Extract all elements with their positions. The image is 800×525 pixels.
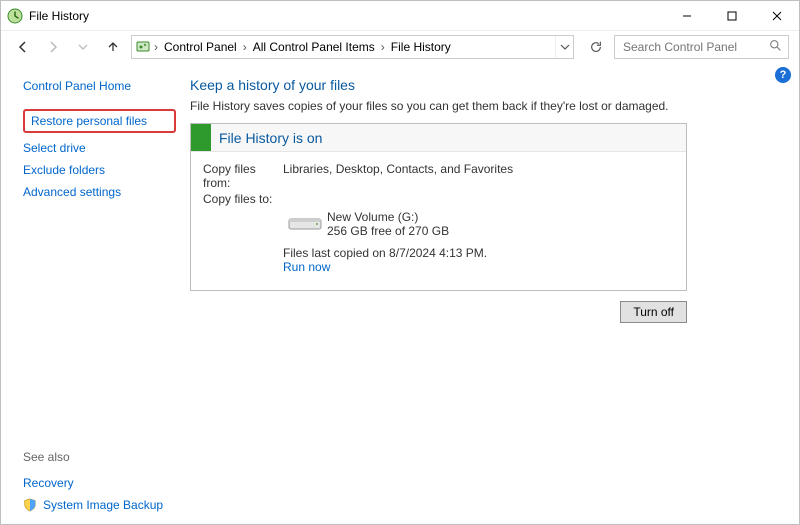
status-title: File History is on <box>219 130 322 146</box>
chevron-right-icon: › <box>152 40 160 54</box>
drive-name: New Volume (G:) <box>327 210 449 224</box>
status-body: Copy files from: Libraries, Desktop, Con… <box>191 152 686 290</box>
exclude-folders-link[interactable]: Exclude folders <box>23 163 176 177</box>
forward-button[interactable] <box>41 35 65 59</box>
control-panel-icon <box>134 39 152 55</box>
system-image-backup-link[interactable]: System Image Backup <box>23 498 163 512</box>
run-now-link[interactable]: Run now <box>283 260 330 274</box>
status-card: File History is on Copy files from: Libr… <box>190 123 687 291</box>
close-button[interactable] <box>754 1 799 30</box>
titlebar: File History <box>1 1 799 31</box>
see-also-label: See also <box>23 450 163 464</box>
main-panel: ? Keep a history of your files File Hist… <box>186 63 799 524</box>
drive-icon <box>283 213 327 235</box>
window-controls <box>664 1 799 30</box>
breadcrumb-item[interactable]: Control Panel <box>160 40 241 54</box>
breadcrumb-dropdown[interactable] <box>555 36 573 58</box>
search-icon <box>769 39 784 55</box>
page-subtitle: File History saves copies of your files … <box>190 99 781 113</box>
address-bar: › Control Panel › All Control Panel Item… <box>1 31 799 63</box>
recent-locations-button[interactable] <box>71 35 95 59</box>
search-box[interactable] <box>614 35 789 59</box>
turn-off-button[interactable]: Turn off <box>620 301 687 323</box>
chevron-right-icon: › <box>241 40 249 54</box>
page-heading: Keep a history of your files <box>190 77 781 93</box>
back-button[interactable] <box>11 35 35 59</box>
select-drive-link[interactable]: Select drive <box>23 141 176 155</box>
shield-icon <box>23 498 37 512</box>
status-header: File History is on <box>191 124 686 152</box>
up-button[interactable] <box>101 35 125 59</box>
advanced-settings-link[interactable]: Advanced settings <box>23 185 176 199</box>
copy-from-value: Libraries, Desktop, Contacts, and Favori… <box>283 162 513 190</box>
status-indicator-icon <box>191 124 211 151</box>
maximize-button[interactable] <box>709 1 754 30</box>
content-area: Control Panel Home Restore personal file… <box>1 63 799 524</box>
copy-from-label: Copy files from: <box>203 162 283 190</box>
file-history-window: File History <box>0 0 800 525</box>
minimize-button[interactable] <box>664 1 709 30</box>
see-also-block: See also Recovery System Image Backup <box>23 450 163 512</box>
last-copied-text: Files last copied on 8/7/2024 4:13 PM. <box>283 246 674 260</box>
window-title: File History <box>29 9 664 23</box>
control-panel-home-link[interactable]: Control Panel Home <box>23 79 176 93</box>
breadcrumb-item[interactable]: File History <box>387 40 455 54</box>
breadcrumb-item[interactable]: All Control Panel Items <box>249 40 379 54</box>
drive-free-space: 256 GB free of 270 GB <box>327 224 449 238</box>
search-input[interactable] <box>621 39 769 55</box>
refresh-button[interactable] <box>584 35 608 59</box>
highlight-box: Restore personal files <box>23 109 176 133</box>
recovery-link[interactable]: Recovery <box>23 476 163 490</box>
breadcrumb[interactable]: › Control Panel › All Control Panel Item… <box>131 35 574 59</box>
system-image-backup-label: System Image Backup <box>43 498 163 512</box>
copy-to-label: Copy files to: <box>203 192 283 206</box>
restore-personal-files-link[interactable]: Restore personal files <box>31 114 147 128</box>
help-icon[interactable]: ? <box>775 67 791 83</box>
file-history-app-icon <box>7 8 23 24</box>
chevron-right-icon: › <box>379 40 387 54</box>
